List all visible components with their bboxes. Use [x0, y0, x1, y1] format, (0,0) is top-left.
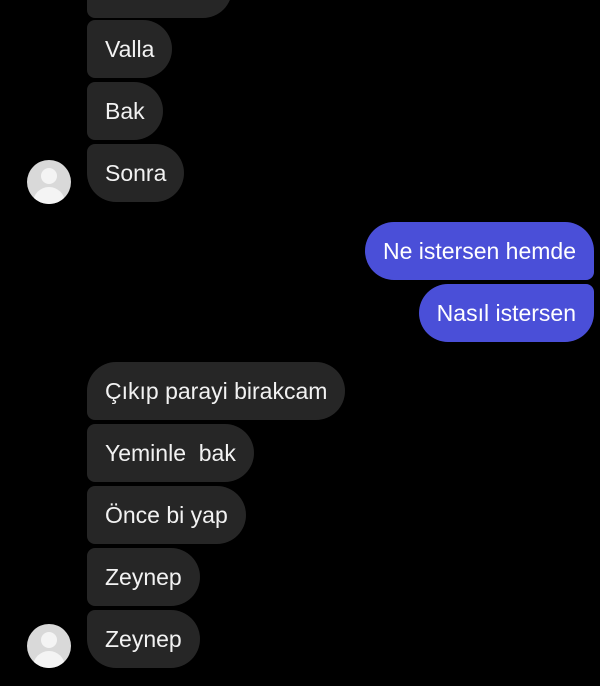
- message-bubble-received[interactable]: Valla: [87, 20, 173, 78]
- message-text: Zeynep: [105, 625, 182, 652]
- message-text: Nasıl istersen: [436, 299, 576, 326]
- message-bubble-received[interactable]: Sonra: [87, 144, 185, 202]
- message-bubble-sent[interactable]: Nasıl istersen: [418, 284, 594, 342]
- message-text: Önce bi yap: [105, 501, 228, 528]
- message-text: Valla: [105, 35, 155, 62]
- message-text: Ne istersen hemde: [382, 237, 576, 264]
- message-text: Sonra: [105, 159, 167, 186]
- message-bubble-partial[interactable]: [87, 0, 232, 18]
- message-bubble-received[interactable]: Yeminle bak: [87, 424, 254, 482]
- message-text: Zeynep: [105, 563, 182, 590]
- avatar-body-shape: [33, 187, 65, 204]
- message-text: Yeminle bak: [105, 439, 236, 466]
- avatar-head-shape: [41, 632, 57, 648]
- message-text: Bak: [105, 97, 145, 124]
- user-avatar-icon[interactable]: [27, 160, 71, 204]
- message-bubble-received[interactable]: Zeynep: [87, 610, 200, 668]
- message-bubble-received[interactable]: Bak: [87, 82, 163, 140]
- message-text: Çıkıp parayi birakcam: [105, 377, 328, 404]
- message-bubble-received[interactable]: Önce bi yap: [87, 486, 246, 544]
- avatar-body-shape: [33, 651, 65, 668]
- message-bubble-received[interactable]: Çıkıp parayi birakcam: [87, 362, 346, 420]
- avatar-head-shape: [41, 168, 57, 184]
- message-bubble-sent[interactable]: Ne istersen hemde: [364, 222, 594, 280]
- message-bubble-received[interactable]: Zeynep: [87, 548, 200, 606]
- user-avatar-icon[interactable]: [27, 624, 71, 668]
